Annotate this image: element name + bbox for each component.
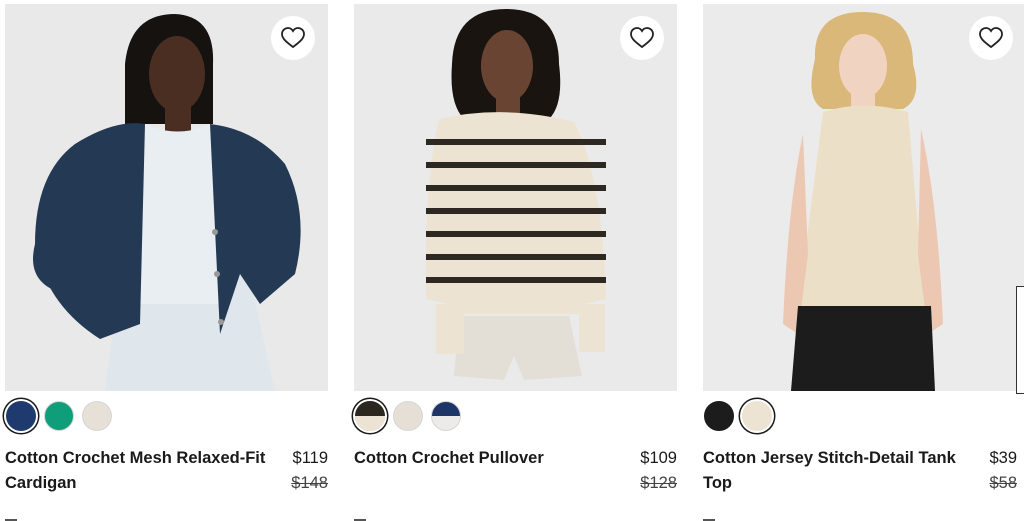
color-swatch[interactable] bbox=[742, 401, 772, 431]
color-swatch[interactable] bbox=[431, 401, 461, 431]
price-block: $39 $58 bbox=[989, 446, 1024, 496]
color-swatch[interactable] bbox=[393, 401, 423, 431]
price-block: $109 $128 bbox=[640, 446, 677, 496]
product-card[interactable]: Cotton Jersey Stitch-Detail Tank Top $39… bbox=[703, 4, 1024, 496]
original-price: $128 bbox=[640, 474, 677, 492]
color-swatch[interactable] bbox=[6, 401, 36, 431]
color-swatch[interactable] bbox=[44, 401, 74, 431]
product-image[interactable] bbox=[5, 4, 328, 391]
color-swatches bbox=[5, 398, 328, 434]
product-info: Cotton Crochet Pullover $109 $128 bbox=[354, 446, 677, 496]
product-image[interactable] bbox=[354, 4, 677, 391]
original-price: $148 bbox=[291, 474, 328, 492]
product-info: Cotton Crochet Mesh Relaxed-Fit Cardigan… bbox=[5, 446, 328, 496]
color-swatch[interactable] bbox=[704, 401, 734, 431]
product-card[interactable]: Cotton Crochet Pullover $109 $128 bbox=[354, 4, 677, 496]
favorite-button[interactable] bbox=[969, 16, 1013, 60]
sale-price: $119 bbox=[292, 449, 328, 467]
original-price: $58 bbox=[989, 474, 1017, 492]
product-name[interactable]: Cotton Crochet Mesh Relaxed-Fit Cardigan bbox=[5, 446, 275, 496]
color-swatches bbox=[703, 398, 1024, 434]
product-info: Cotton Jersey Stitch-Detail Tank Top $39… bbox=[703, 446, 1024, 496]
product-photo bbox=[5, 4, 328, 391]
product-image[interactable] bbox=[703, 4, 1024, 391]
heart-outline-icon bbox=[630, 27, 654, 49]
heart-outline-icon bbox=[281, 27, 305, 49]
product-photo bbox=[703, 4, 1024, 391]
price-block: $119 $148 bbox=[291, 446, 328, 496]
color-swatch[interactable] bbox=[82, 401, 112, 431]
partial-overlay-panel[interactable] bbox=[1016, 286, 1024, 394]
favorite-button[interactable] bbox=[620, 16, 664, 60]
color-swatches bbox=[354, 398, 677, 434]
product-name[interactable]: Cotton Crochet Pullover bbox=[354, 446, 624, 496]
sale-price: $39 bbox=[989, 449, 1017, 467]
product-name[interactable]: Cotton Jersey Stitch-Detail Tank Top bbox=[703, 446, 973, 496]
favorite-button[interactable] bbox=[271, 16, 315, 60]
color-swatch[interactable] bbox=[355, 401, 385, 431]
product-card[interactable]: Cotton Crochet Mesh Relaxed-Fit Cardigan… bbox=[5, 4, 328, 496]
heart-outline-icon bbox=[979, 27, 1003, 49]
product-photo bbox=[354, 4, 677, 391]
sale-price: $109 bbox=[640, 449, 677, 467]
